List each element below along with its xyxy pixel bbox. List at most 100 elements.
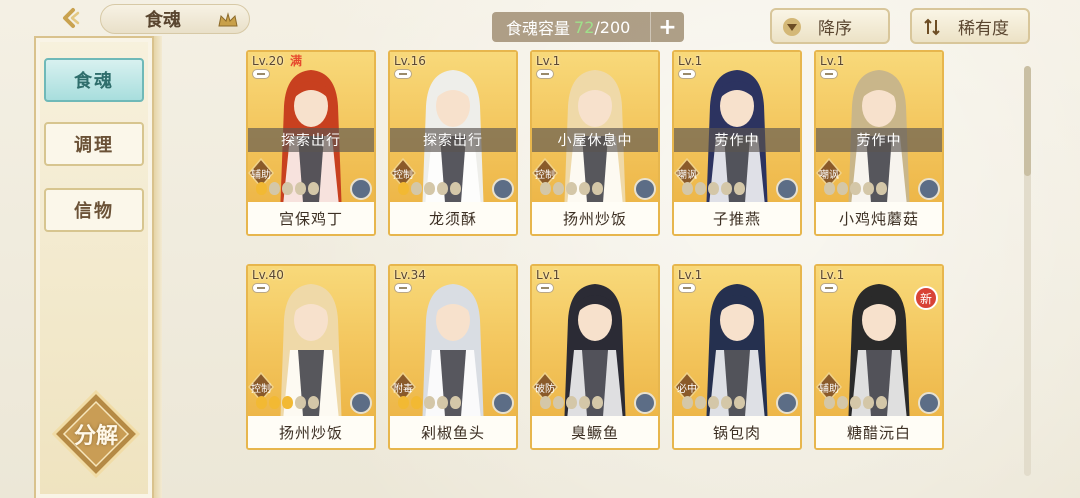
- star-icon: [282, 396, 293, 409]
- star-icon: [708, 182, 719, 195]
- food-soul-name: 子推燕: [674, 202, 800, 234]
- star-icon: [450, 182, 461, 195]
- element-icon: [918, 178, 940, 200]
- element-icon: [492, 178, 514, 200]
- tab-seasoning[interactable]: 调理: [44, 122, 144, 166]
- lock-toggle-icon[interactable]: [536, 283, 554, 293]
- swap-arrows-icon: [924, 18, 940, 36]
- role-label: 附毒: [393, 383, 413, 395]
- food-soul-card[interactable]: Lv.20 满探索出行 辅助 宫保鸡丁: [246, 50, 376, 236]
- tab-food-souls[interactable]: 食魂: [44, 58, 144, 102]
- star-icon: [850, 182, 861, 195]
- scrollbar[interactable]: [1024, 66, 1031, 476]
- level-label: Lv.20: [252, 54, 284, 68]
- star-icon: [269, 182, 280, 195]
- star-icon: [256, 396, 267, 409]
- star-icon: [824, 396, 835, 409]
- star-rating: [824, 396, 887, 409]
- star-icon: [734, 396, 745, 409]
- food-soul-card[interactable]: Lv.1 小屋休息中 控制 扬州炒饭: [530, 50, 660, 236]
- star-icon: [553, 182, 564, 195]
- max-level-mark: 满: [290, 54, 303, 68]
- element-icon: [634, 392, 656, 414]
- element-icon: [918, 392, 940, 414]
- star-icon: [876, 396, 887, 409]
- back-button[interactable]: [44, 4, 96, 32]
- level-label: Lv.1: [820, 54, 845, 68]
- star-rating: [682, 182, 745, 195]
- food-soul-card[interactable]: Lv.1 新 辅助 糖醋沅白: [814, 264, 944, 450]
- tab-tokens[interactable]: 信物: [44, 188, 144, 232]
- page-title-plate: 食魂: [100, 4, 250, 34]
- star-rating: [256, 396, 319, 409]
- star-icon: [308, 182, 319, 195]
- star-icon: [734, 182, 745, 195]
- side-panel-edge: [154, 36, 162, 498]
- star-icon: [398, 182, 409, 195]
- food-soul-name: 小鸡炖蘑菇: [816, 202, 942, 234]
- lock-toggle-icon[interactable]: [678, 283, 696, 293]
- star-icon: [837, 182, 848, 195]
- role-label: 辅助: [819, 383, 839, 395]
- role-label: 必中: [677, 383, 697, 395]
- star-rating: [256, 182, 319, 195]
- star-icon: [411, 396, 422, 409]
- star-icon: [682, 182, 693, 195]
- sort-order-label: 降序: [818, 18, 852, 39]
- lock-toggle-icon[interactable]: [820, 283, 838, 293]
- food-soul-name: 扬州炒饭: [248, 416, 374, 448]
- sort-rarity-button[interactable]: 稀有度: [910, 8, 1030, 44]
- lock-toggle-icon[interactable]: [678, 69, 696, 79]
- lock-toggle-icon[interactable]: [252, 69, 270, 79]
- star-icon: [721, 182, 732, 195]
- scrollbar-thumb[interactable]: [1024, 66, 1031, 176]
- star-rating: [398, 396, 461, 409]
- food-soul-card[interactable]: Lv.40 控制 扬州炒饭: [246, 264, 376, 450]
- star-icon: [566, 396, 577, 409]
- star-icon: [398, 396, 409, 409]
- star-icon: [592, 396, 603, 409]
- star-icon: [256, 182, 267, 195]
- food-soul-name: 龙须酥: [390, 202, 516, 234]
- food-soul-card[interactable]: Lv.1 劳作中 嘲讽 子推燕: [672, 50, 802, 236]
- lock-toggle-icon[interactable]: [820, 69, 838, 79]
- crown-icon[interactable]: [217, 11, 239, 29]
- star-icon: [411, 182, 422, 195]
- star-icon: [282, 182, 293, 195]
- star-icon: [837, 396, 848, 409]
- status-banner: 探索出行: [248, 128, 374, 152]
- decompose-label: 分解: [73, 424, 118, 449]
- new-badge: 新: [914, 286, 938, 310]
- star-icon: [695, 396, 706, 409]
- star-icon: [695, 182, 706, 195]
- star-icon: [295, 182, 306, 195]
- status-banner: 探索出行: [390, 128, 516, 152]
- level-label: Lv.34: [394, 268, 426, 282]
- add-capacity-button[interactable]: +: [650, 12, 684, 42]
- food-soul-name: 糖醋沅白: [816, 416, 942, 448]
- food-soul-card[interactable]: Lv.1 必中 锅包肉: [672, 264, 802, 450]
- capacity-max: /200: [594, 17, 631, 37]
- status-banner: 劳作中: [816, 128, 942, 152]
- role-label: 嘲讽: [677, 169, 697, 181]
- star-rating: [682, 396, 745, 409]
- lock-toggle-icon[interactable]: [394, 69, 412, 79]
- food-soul-card[interactable]: Lv.1 劳作中 嘲讽 小鸡炖蘑菇: [814, 50, 944, 236]
- food-soul-card[interactable]: Lv.16 探索出行 控制 龙须酥: [388, 50, 518, 236]
- status-banner: 劳作中: [674, 128, 800, 152]
- food-soul-card[interactable]: Lv.1 破防 臭鳜鱼: [530, 264, 660, 450]
- star-icon: [863, 396, 874, 409]
- sort-order-button[interactable]: 降序: [770, 8, 890, 44]
- level-label: Lv.1: [536, 268, 561, 282]
- role-label: 控制: [535, 169, 555, 181]
- star-icon: [540, 182, 551, 195]
- element-icon: [776, 178, 798, 200]
- sort-rarity-label: 稀有度: [958, 18, 1009, 39]
- food-soul-name: 锅包肉: [674, 416, 800, 448]
- role-label: 辅助: [251, 169, 271, 181]
- decompose-button[interactable]: 分解: [52, 390, 140, 478]
- lock-toggle-icon[interactable]: [252, 283, 270, 293]
- food-soul-card[interactable]: Lv.34 附毒 剁椒鱼头: [388, 264, 518, 450]
- lock-toggle-icon[interactable]: [394, 283, 412, 293]
- lock-toggle-icon[interactable]: [536, 69, 554, 79]
